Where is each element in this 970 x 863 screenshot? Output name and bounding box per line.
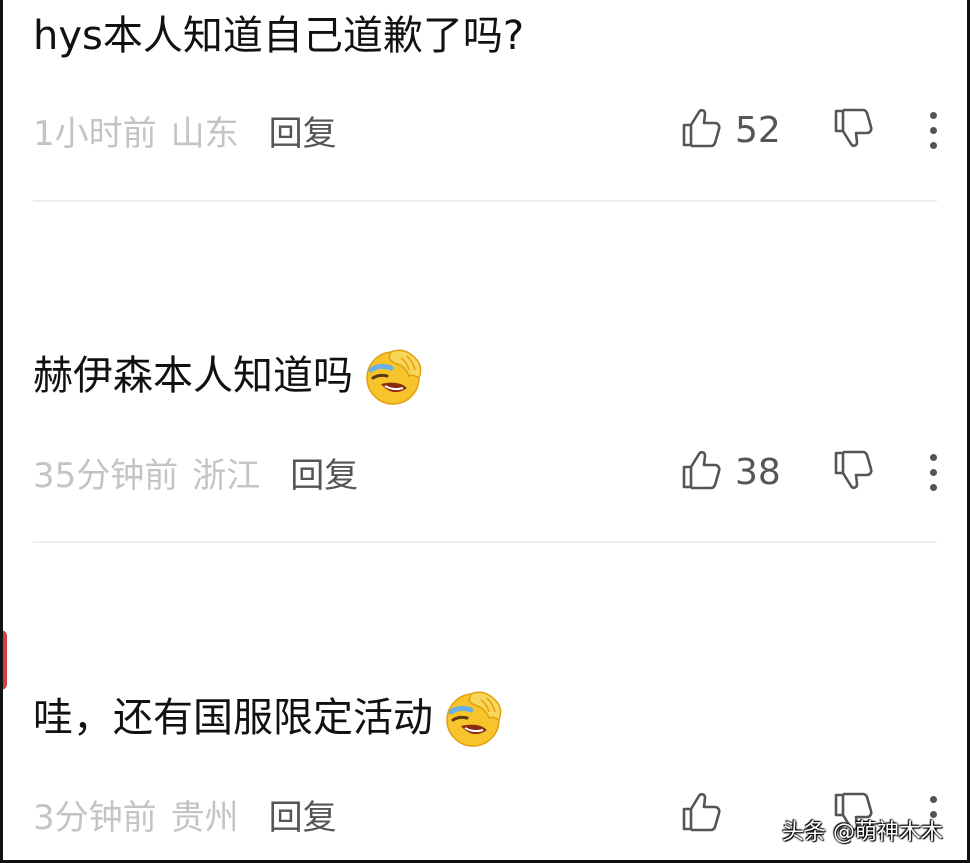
facepalm-laugh-emoji-icon bbox=[361, 344, 425, 408]
reply-button[interactable]: 回复 bbox=[290, 448, 358, 497]
thumbs-down-icon bbox=[831, 106, 875, 154]
comment-text-content: 赫伊森本人知道吗 bbox=[33, 353, 353, 399]
dislike-button[interactable] bbox=[831, 448, 875, 496]
like-button[interactable]: 38 bbox=[679, 448, 787, 496]
thumbs-down-icon bbox=[831, 448, 875, 496]
comment-time: 35分钟前 bbox=[33, 455, 179, 496]
more-vertical-icon[interactable] bbox=[927, 108, 939, 153]
comment-region: 浙江 bbox=[192, 455, 261, 496]
more-vertical-icon[interactable] bbox=[927, 450, 939, 495]
like-count: 38 bbox=[735, 451, 781, 493]
comment-time: 3分钟前 bbox=[33, 797, 157, 838]
comment-text: hys本人知道自己道歉了吗? bbox=[33, 14, 524, 58]
comment-region: 山东 bbox=[170, 113, 239, 154]
dislike-button[interactable] bbox=[831, 106, 875, 154]
comment-text: 哇，还有国服限定活动 bbox=[33, 686, 505, 750]
watermark: 头条 @萌神木木 bbox=[782, 820, 943, 845]
divider bbox=[33, 541, 937, 543]
comment-actions: 38 bbox=[679, 442, 939, 502]
comment-actions: 52 bbox=[679, 100, 939, 160]
reply-button[interactable]: 回复 bbox=[269, 106, 337, 155]
comment-text-content: 哇，还有国服限定活动 bbox=[33, 695, 433, 741]
comment-region: 贵州 bbox=[170, 797, 239, 838]
comment-text-content: hys本人知道自己道歉了吗? bbox=[33, 13, 525, 59]
like-count: 52 bbox=[735, 109, 781, 151]
divider bbox=[33, 200, 937, 202]
comment-text: 赫伊森本人知道吗 bbox=[33, 344, 425, 408]
edge-marker bbox=[3, 630, 7, 690]
reply-button[interactable]: 回复 bbox=[269, 790, 337, 839]
thumbs-up-icon bbox=[679, 790, 723, 838]
comment-time: 1小时前 bbox=[33, 113, 157, 154]
facepalm-laugh-emoji-icon bbox=[441, 686, 505, 750]
thumbs-up-icon bbox=[679, 106, 723, 154]
like-button[interactable] bbox=[679, 790, 787, 838]
comment-meta: 35分钟前 浙江 回复 38 bbox=[33, 442, 939, 502]
comment-meta: 1小时前 山东 回复 52 bbox=[33, 100, 939, 160]
thumbs-up-icon bbox=[679, 448, 723, 496]
comment-list: hys本人知道自己道歉了吗? 1小时前 山东 回复 52 赫伊森本人知道吗 35… bbox=[0, 0, 970, 863]
like-button[interactable]: 52 bbox=[679, 106, 787, 154]
